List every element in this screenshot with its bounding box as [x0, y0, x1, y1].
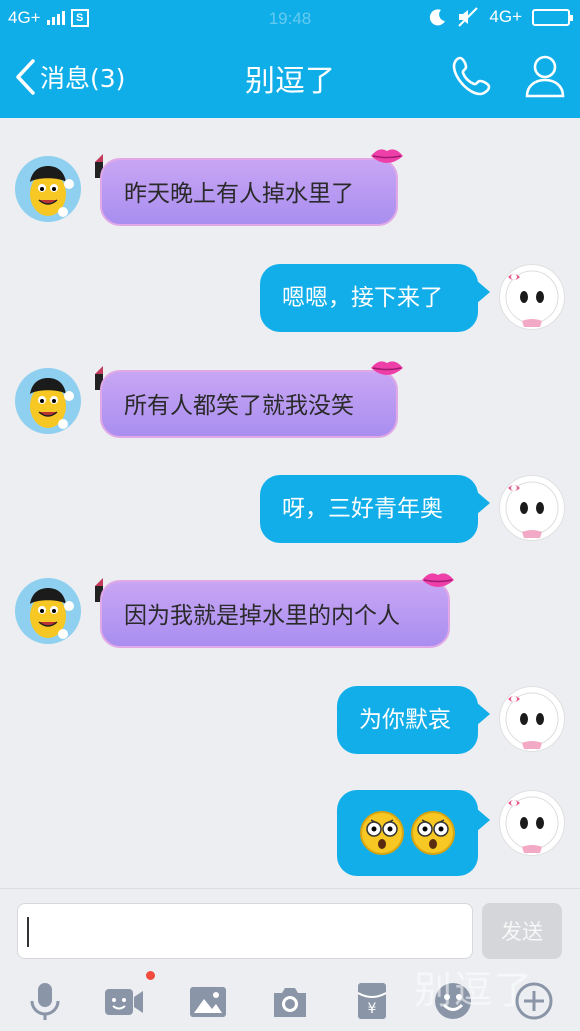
image-icon[interactable] — [188, 981, 228, 1021]
cartoon-face-icon — [30, 166, 74, 217]
moon-icon — [430, 9, 446, 26]
svg-text:¥: ¥ — [368, 1001, 377, 1017]
video-badge-dot — [146, 971, 155, 980]
friend-avatar[interactable] — [15, 368, 81, 434]
chat-header: 消息(3) 别逗了 — [0, 38, 580, 118]
battery-icon — [532, 8, 573, 26]
message-bubble[interactable]: 为你默哀 — [337, 686, 478, 754]
camera-icon[interactable] — [270, 981, 310, 1021]
profile-icon[interactable] — [524, 54, 566, 98]
white-face-icon — [505, 692, 559, 749]
page-title: 别逗了 — [245, 64, 335, 99]
lips-icon — [371, 361, 403, 375]
input-bar: 发送 ¥ 别逗了 — [0, 888, 580, 1031]
video-icon[interactable] — [104, 981, 144, 1021]
message-bubble[interactable]: 昨天晚上有人掉水里了 — [100, 158, 398, 226]
message-bubble[interactable]: 嗯嗯，接下来了 — [260, 264, 478, 332]
network-type-right: 4G+ — [489, 7, 522, 26]
microphone-icon[interactable] — [25, 981, 65, 1021]
mute-icon — [458, 7, 479, 27]
cartoon-face-icon — [30, 378, 74, 429]
white-face-icon — [505, 796, 559, 853]
watermark: 别逗了 — [413, 968, 534, 1012]
my-avatar[interactable] — [499, 475, 565, 541]
my-avatar[interactable] — [499, 264, 565, 330]
cartoon-face-icon — [30, 588, 74, 639]
bubble-tail — [476, 280, 490, 304]
shocked-face-icon — [411, 811, 455, 855]
lips-icon — [422, 573, 454, 587]
shocked-face-icon — [360, 811, 404, 855]
red-envelope-icon[interactable]: ¥ — [352, 981, 392, 1021]
friend-avatar[interactable] — [15, 578, 81, 644]
text-caret — [27, 917, 29, 947]
white-face-icon — [505, 481, 559, 538]
message-input[interactable] — [17, 903, 473, 959]
my-avatar[interactable] — [499, 790, 565, 856]
message-bubble[interactable]: 呀，三好青年奥 — [260, 475, 478, 543]
my-avatar[interactable] — [499, 686, 565, 752]
lips-icon — [371, 149, 403, 163]
bubble-tail — [476, 702, 490, 726]
white-face-icon — [505, 270, 559, 327]
chat-messages[interactable]: 昨天晚上有人掉水里了 嗯嗯，接下来了 所有人都笑了就我没笑 呀，三好青年奥 因为… — [0, 118, 580, 888]
send-button[interactable]: 发送 — [482, 903, 562, 959]
message-bubble[interactable]: 因为我就是掉水里的内个人 — [100, 580, 450, 648]
status-bar: 4G+ S 19:48 4G+ — [0, 0, 580, 38]
friend-avatar[interactable] — [15, 156, 81, 222]
emoji-message-bubble[interactable] — [337, 790, 478, 876]
phone-icon[interactable] — [452, 54, 492, 98]
bubble-tail — [476, 808, 490, 832]
message-bubble[interactable]: 所有人都笑了就我没笑 — [100, 370, 398, 438]
bubble-tail — [476, 491, 490, 515]
